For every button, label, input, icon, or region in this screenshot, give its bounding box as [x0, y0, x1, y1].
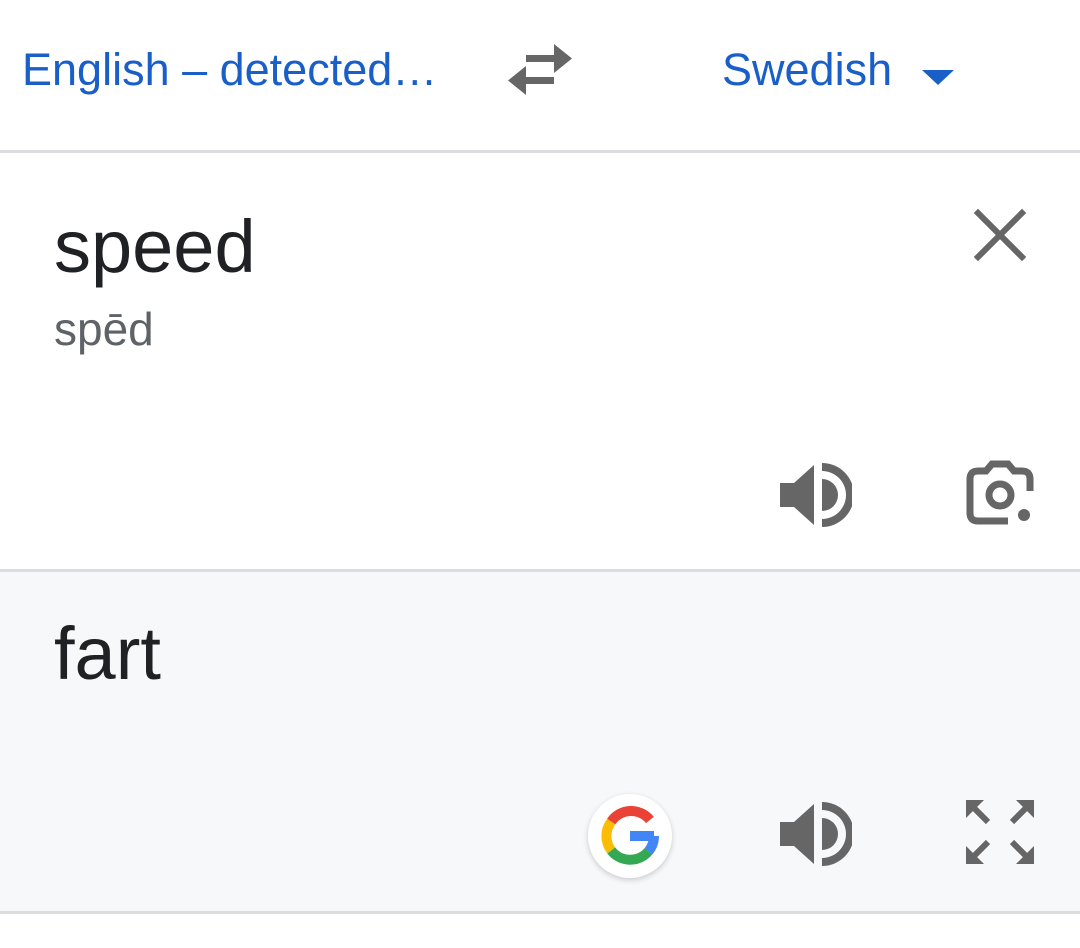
listen-source-button[interactable] [776, 459, 854, 531]
listen-translation-button[interactable] [776, 798, 854, 870]
result-panel: fart [0, 572, 1080, 911]
chevron-down-icon[interactable] [920, 66, 956, 88]
speaker-icon [780, 463, 854, 527]
close-icon [973, 208, 1027, 262]
fullscreen-button[interactable] [962, 796, 1038, 868]
camera-lens-button[interactable] [962, 457, 1038, 529]
source-language-selector[interactable]: English – detected… [22, 44, 437, 96]
language-bar: English – detected… Swedish [0, 0, 1080, 150]
clear-button[interactable] [968, 203, 1032, 267]
translation-text[interactable]: fart [54, 614, 161, 694]
source-text[interactable]: speed [54, 207, 256, 287]
transliteration: spēd [54, 303, 154, 355]
source-panel[interactable]: speed spēd [0, 153, 1080, 569]
swap-languages-icon [508, 44, 572, 95]
speaker-icon [780, 802, 854, 866]
bottom-area [0, 914, 1080, 948]
lens-camera-icon [966, 460, 1034, 525]
google-button[interactable] [588, 794, 672, 878]
target-language-selector[interactable]: Swedish [722, 44, 892, 96]
swap-languages-button[interactable] [500, 38, 580, 102]
fullscreen-icon [966, 800, 1034, 864]
google-logo-icon [601, 805, 659, 865]
